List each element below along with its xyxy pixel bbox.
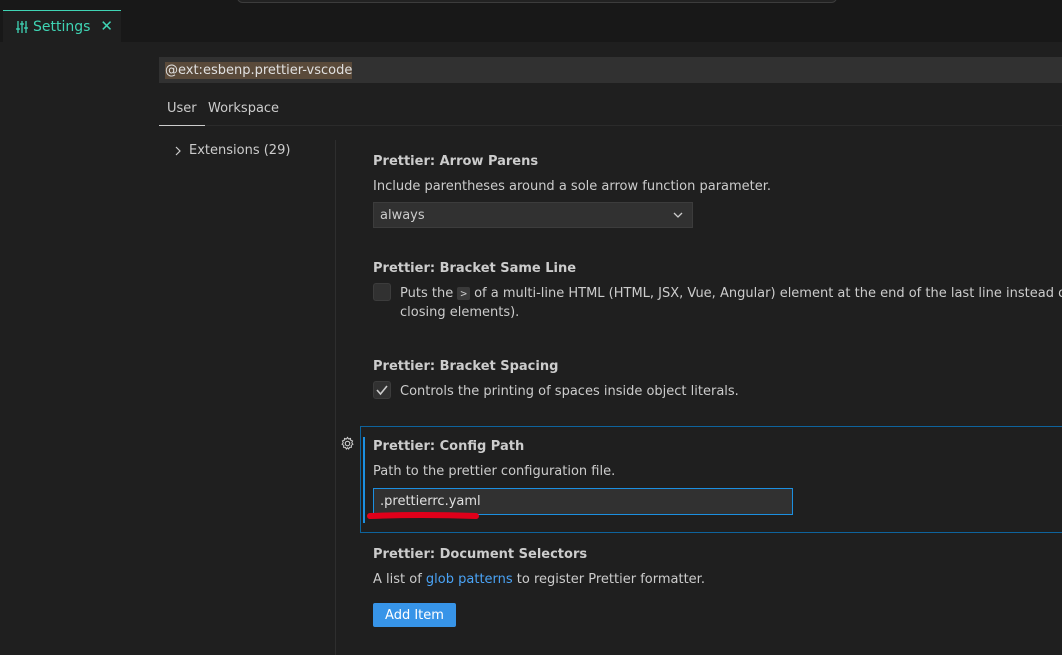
tab-workspace[interactable]: Workspace [208,101,279,116]
search-value[interactable]: @ext:esbenp.prettier-vscode [165,61,353,79]
setting-title: Prettier: Arrow Parens [373,154,539,169]
tab-bar: Settings ✕ [0,0,1062,43]
arrow-parens-select[interactable]: always [373,202,693,228]
add-item-button[interactable]: Add Item [373,603,456,627]
tree-item-extensions[interactable]: Extensions (29) [172,143,290,158]
select-value: always [380,207,425,223]
setting-bracket-spacing: Prettier: Bracket Spacing [373,359,558,374]
setting-title: Prettier: Bracket Same Line [373,261,577,276]
gear-icon[interactable] [340,436,355,451]
setting-description-line2: closing elements). [400,305,520,320]
close-icon[interactable]: ✕ [100,17,113,35]
bracket-same-line-checkbox[interactable] [373,283,391,301]
setting-title: Prettier: Bracket Spacing [373,359,559,374]
settings-sliders-icon [16,21,28,33]
tab-settings[interactable]: Settings ✕ [3,10,121,43]
search-input[interactable]: @ext:esbenp.prettier-vscode [159,57,1062,83]
setting-description: Controls the printing of spaces inside o… [400,384,739,399]
chevron-down-icon [673,212,683,218]
tab-label: Settings [33,19,91,35]
setting-description: Include parentheses around a sole arrow … [373,179,772,194]
setting-title: Prettier: Document Selectors [373,547,588,562]
check-icon [376,385,388,396]
setting-description: A list of glob patterns to register Pret… [373,570,705,589]
setting-description: Puts the > of a multi-line HTML (HTML, J… [400,284,1062,303]
glob-patterns-link[interactable]: glob patterns [426,572,513,587]
tree-divider [335,140,336,655]
focused-setting-bar [363,437,365,523]
setting-arrow-parens: Prettier: Arrow Parens Include parenthes… [373,154,771,196]
desc-text: of a multi-line HTML (HTML, JSX, Vue, An… [474,286,1062,301]
scope-tabs: User Workspace [159,98,1062,126]
settings-editor: Settings ✕ @ext:esbenp.prettier-vscode U… [0,0,1062,655]
desc-text: Puts the [400,286,458,301]
desc-text: A list of [373,572,426,587]
setting-title: Prettier: Config Path [373,439,525,454]
inline-code: > [457,287,470,300]
red-annotation-mark [367,512,479,519]
tab-user[interactable]: User [159,101,205,126]
desc-text: to register Prettier formatter. [512,572,705,587]
setting-bracket-same-line: Prettier: Bracket Same Line [373,261,576,276]
setting-document-selectors: Prettier: Document Selectors A list of g… [373,547,705,589]
bracket-spacing-checkbox[interactable] [373,381,391,399]
setting-description: Path to the prettier configuration file. [373,464,616,479]
command-center[interactable] [237,0,837,3]
tree-item-label: Extensions (29) [189,143,291,158]
setting-config-path: Prettier: Config Path Path to the pretti… [373,439,615,481]
chevron-right-icon [175,146,181,155]
